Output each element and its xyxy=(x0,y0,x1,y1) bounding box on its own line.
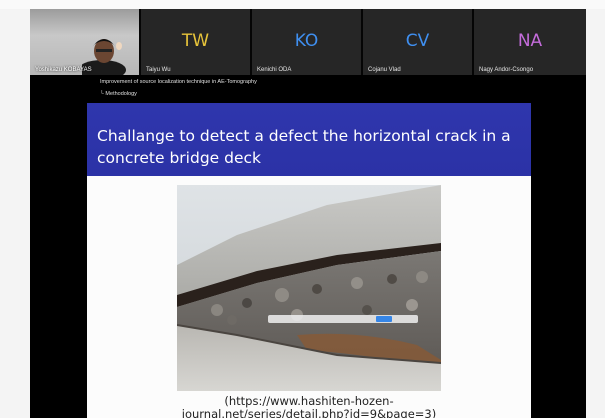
participant-name: Taiyu Wu xyxy=(146,67,171,73)
meeting-window: Yoshikazu KOBAYAS TW Taiyu Wu KO Kenichi… xyxy=(30,9,586,418)
participant-initials: CV xyxy=(405,31,430,51)
frame-right xyxy=(586,9,605,418)
image-source-caption: (https://www.hashiten-hozen- journal.net… xyxy=(157,395,461,418)
participant-name: Cojanu Vlad xyxy=(368,67,401,73)
participant-name: Kenichi ODA xyxy=(257,67,292,73)
slide-header: Challange to detect a defect the horizon… xyxy=(87,103,531,176)
participant-initials: KO xyxy=(294,31,319,51)
participant-tile[interactable]: CV Cojanu Vlad xyxy=(363,9,472,75)
slide-title: Challange to detect a defect the horizon… xyxy=(97,127,511,167)
participant-strip: Yoshikazu KOBAYAS TW Taiyu Wu KO Kenichi… xyxy=(30,9,586,75)
screenshot: Yoshikazu KOBAYAS TW Taiyu Wu KO Kenichi… xyxy=(0,0,605,418)
participant-name: Nagy Andor-Csongo xyxy=(479,67,534,73)
share-control-button[interactable] xyxy=(376,316,392,322)
screen-share-bar[interactable] xyxy=(268,315,418,323)
bridge-deck-photo xyxy=(177,185,441,391)
participant-tile[interactable]: TW Taiyu Wu xyxy=(141,9,250,75)
frame-left xyxy=(0,9,30,418)
participant-tile[interactable]: NA Nagy Andor-Csongo xyxy=(474,9,586,75)
frame-top xyxy=(0,0,605,9)
participant-initials: TW xyxy=(181,31,210,51)
participant-tile[interactable]: KO Kenichi ODA xyxy=(252,9,361,75)
caption-line-2: journal.net/series/detail.php?id=9&page=… xyxy=(181,407,437,418)
participant-name: Yoshikazu KOBAYAS xyxy=(35,67,92,73)
shared-slide: Challange to detect a defect the horizon… xyxy=(87,103,531,418)
slide-section: └ Methodology xyxy=(100,91,137,97)
participant-initials: NA xyxy=(517,31,543,51)
participant-tile-video[interactable]: Yoshikazu KOBAYAS xyxy=(30,9,139,75)
slide-breadcrumb: Improvement of source localization techn… xyxy=(100,79,257,85)
